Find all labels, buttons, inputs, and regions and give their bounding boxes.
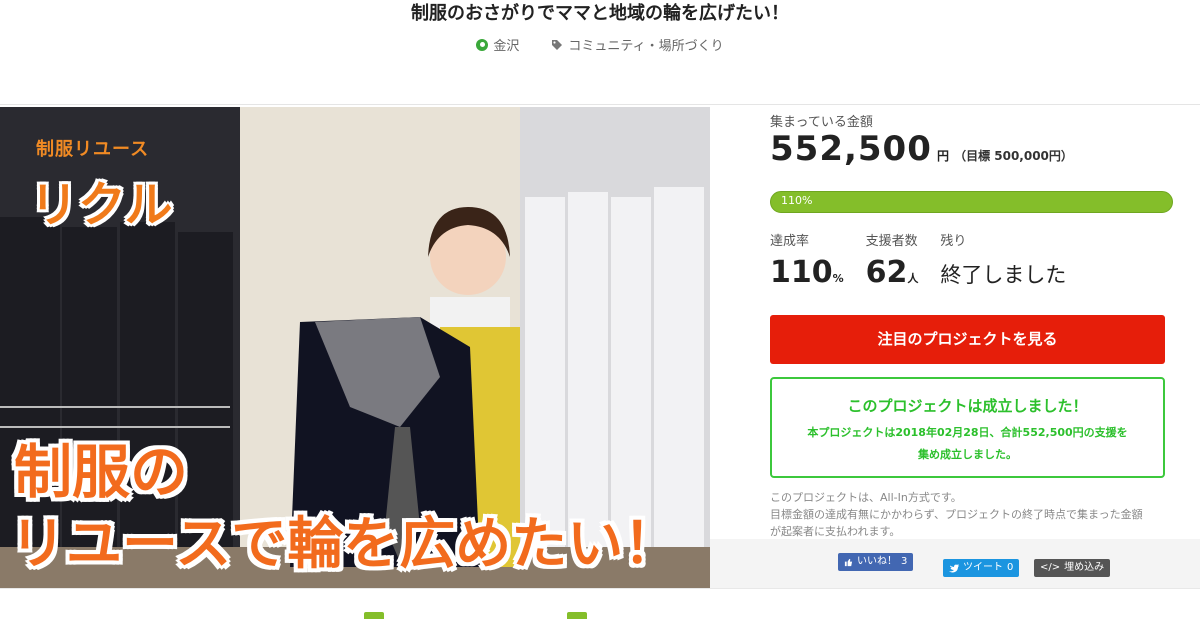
goal-amount: （目標 500,000円） [954,149,1073,163]
backers-label: 支援者数 [865,234,918,249]
featured-projects-button[interactable]: 注目のプロジェクトを見る [770,315,1165,364]
project-meta: 金沢 コミュニティ・場所づくり [0,35,1200,54]
progress-text: 110% [781,194,813,207]
collected-label: 集まっている金額 [770,115,873,130]
all-in-note: このプロジェクトは、All-In方式です。 目標金額の達成有無にかかわらず、プロ… [770,489,1170,540]
header-divider [0,104,1200,105]
success-body: 本プロジェクトは2018年02月28日、合計552,500円の支援を 集め成立し… [772,422,1163,466]
tweet-label: ツイート [963,562,1003,573]
success-notice: このプロジェクトは成立しました！ 本プロジェクトは2018年02月28日、合計5… [770,377,1165,478]
location-pin-icon [476,38,489,51]
location-label: 金沢 [493,39,520,54]
tweet-button[interactable]: ツイート 0 [943,559,1020,577]
success-line1: 本プロジェクトは2018年02月28日、合計552,500円の支援を [807,426,1128,439]
remaining-value: 終了しました [940,263,1067,287]
bottom-tab-icon-right[interactable] [567,612,587,619]
embed-button[interactable]: </> 埋め込み [1034,559,1111,577]
stat-remaining: 残り 終了しました [940,230,1066,290]
note-line2: 目標金額の達成有無にかかわらず、プロジェクトの終了時点で集まった金額 [770,508,1143,521]
amount-unit: 円 [936,149,949,163]
share-bar: いいね！ 3 ツイート 0 </> 埋め込み [710,539,1200,589]
bottom-divider [0,588,1200,589]
thumbs-up-icon [844,558,853,566]
rate-unit: % [832,272,844,285]
backers-unit: 人 [907,272,919,285]
location-link[interactable]: 金沢 [476,35,519,54]
page-title: 制服のおさがりでママと地域の輪を広げたい！ [411,3,789,24]
collected-amount: 552,500 [770,129,932,169]
category-link[interactable]: コミュニティ・場所づくり [551,35,724,54]
stat-rate: 達成率 110% [770,230,844,290]
note-line3: が起案者に支払われます。 [770,525,901,538]
facebook-like-button[interactable]: いいね！ 3 [838,553,914,571]
hero-headline-line2: リユースで輪を広めたい！ [10,512,680,577]
stat-backers: 支援者数 62人 [866,230,919,290]
success-title: このプロジェクトは成立しました！ [847,397,1088,415]
progress-bar: 110% [770,191,1173,213]
remaining-label: 残り [940,234,967,249]
embed-label: 埋め込み [1064,562,1105,573]
success-line2: 集め成立しました。 [918,448,1017,461]
twitter-bird-icon [949,564,959,573]
hero-brand-subtitle: 制服リユース [36,139,150,160]
tweet-count: 0 [1007,562,1014,573]
stats-row: 達成率 110% 支援者数 62人 残り 終了しました [770,230,1088,290]
hero-headline-line1: 制服の [14,438,189,506]
hero-brand-logo: リクル [30,177,173,233]
backers-value: 62 [865,255,908,290]
facebook-like-count: 3 [901,556,908,567]
tag-icon [552,39,563,50]
code-icon: </> [1040,562,1061,573]
category-label: コミュニティ・場所づくり [568,39,724,54]
bottom-tab-icon-left[interactable] [364,612,384,619]
rate-value: 110 [770,255,833,290]
amount-row: 552,500 円 （目標 500,000円） [770,129,1073,169]
note-line1: このプロジェクトは、All-In方式です。 [770,491,962,504]
rate-label: 達成率 [770,234,810,249]
hero-image: 制服リユース リクル 制服の リユースで輪を広めたい！ [0,107,710,588]
facebook-like-label: いいね！ [857,556,897,567]
